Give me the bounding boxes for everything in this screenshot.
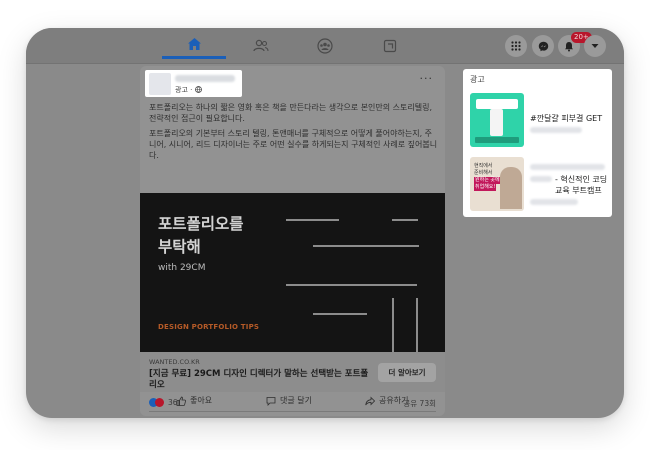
bell-icon <box>565 41 573 51</box>
ad-2-thumb-line: 취업해요! <box>474 184 497 191</box>
decor-line <box>313 245 419 247</box>
learn-more-button[interactable]: 더 알아보기 <box>378 363 436 382</box>
image-tips-label: DESIGN PORTFOLIO TIPS <box>158 323 260 331</box>
tab-friends[interactable] <box>229 32 293 59</box>
decor-line <box>313 313 367 315</box>
post-actions: 좋아요 댓글 달기 공유하기 <box>140 392 445 412</box>
friends-icon <box>253 39 269 52</box>
home-icon <box>187 38 201 50</box>
ad-2-title[interactable]: - 혁신적인 코딩 교육 부트캠프 <box>555 174 611 196</box>
link-title[interactable]: [지금 무료] 29CM 디자인 디렉터가 말하는 선택받는 포트폴리오 <box>149 369 374 391</box>
tab-gaming[interactable] <box>358 32 422 59</box>
messenger-button[interactable] <box>532 35 554 57</box>
post-header: 광고 · <box>145 70 242 97</box>
decor-line <box>286 284 417 286</box>
share-arrow-icon <box>365 396 375 405</box>
like-button[interactable]: 좋아요 <box>176 395 212 406</box>
sponsored-label: 광고 · <box>175 86 195 94</box>
person-photo <box>500 167 522 209</box>
decor-line <box>392 298 394 352</box>
ad-2-thumb-line: 원하는 곳에 <box>474 177 501 184</box>
share-label: 공유하기 <box>379 396 409 405</box>
ads-title: 광고 <box>470 75 485 84</box>
post-paragraph-1: 포트폴리오는 하나의 짧은 영화 혹은 책을 만든다라는 생각으로 본인만의 스… <box>149 103 433 123</box>
decor-line <box>416 298 418 352</box>
ad-2-name-redacted <box>530 176 552 182</box>
ad-2-name-redacted <box>530 164 605 170</box>
tab-groups[interactable] <box>293 32 357 59</box>
link-preview[interactable]: WANTED.CO.KR [지금 무료] 29CM 디자인 디렉터가 말하는 선… <box>140 352 445 392</box>
share-button[interactable]: 공유하기 <box>365 395 408 406</box>
image-title: 포트폴리오를 부탁해 <box>158 215 244 256</box>
post-paragraph-2: 포트폴리오의 기본부터 스토리 텔링, 톤앤매너를 구체적으로 어떻게 풀어야하… <box>149 129 438 160</box>
comment-label: 댓글 달기 <box>280 396 312 405</box>
decor-line <box>392 219 418 221</box>
grid-menu-icon <box>511 41 521 51</box>
menu-button[interactable] <box>505 35 527 57</box>
account-button[interactable] <box>584 35 606 57</box>
avatar[interactable] <box>149 73 171 95</box>
ads-panel: 광고 #깐달걀 피부결 GET 현직에서 준비해서 원하는 곳에 취업해요! -… <box>463 69 612 217</box>
thumbs-up-icon <box>176 396 186 406</box>
more-options-button[interactable]: ··· <box>420 72 434 85</box>
groups-icon <box>317 37 333 54</box>
link-domain: WANTED.CO.KR <box>149 358 200 366</box>
post-image[interactable]: 포트폴리오를 부탁해 with 29CM DESIGN PORTFOLIO TI… <box>140 193 445 352</box>
comment-button[interactable]: 댓글 달기 <box>266 395 312 406</box>
decor-line <box>286 219 339 221</box>
globe-icon <box>194 86 202 93</box>
ad-2-thumbnail[interactable]: 현직에서 준비해서 원하는 곳에 취업해요! <box>470 157 524 211</box>
sponsored-post: 광고 · ··· 포트폴리오는 하나의 짧은 영화 혹은 책을 만든다라는 생각… <box>140 66 445 416</box>
image-subtitle: with 29CM <box>158 263 206 273</box>
like-label: 좋아요 <box>190 396 213 405</box>
ad-1-thumbnail[interactable] <box>470 93 524 147</box>
product-bottle <box>490 109 503 136</box>
tab-home[interactable] <box>162 32 226 59</box>
comment-icon <box>266 396 276 406</box>
ad-1-title[interactable]: #깐달걀 피부결 GET <box>530 113 608 124</box>
ad-1-domain-redacted <box>530 127 582 133</box>
facebook-window: 20+ 광고 · ··· 포트폴리오는 하나의 짧은 영화 혹은 책을 만든다라… <box>26 28 624 418</box>
ad-2-domain-redacted <box>530 199 578 205</box>
author-name-redacted <box>175 75 235 82</box>
chevron-down-icon <box>591 44 599 48</box>
top-navbar: 20+ <box>26 28 624 64</box>
gaming-icon <box>383 39 397 52</box>
messenger-icon <box>538 41 548 51</box>
